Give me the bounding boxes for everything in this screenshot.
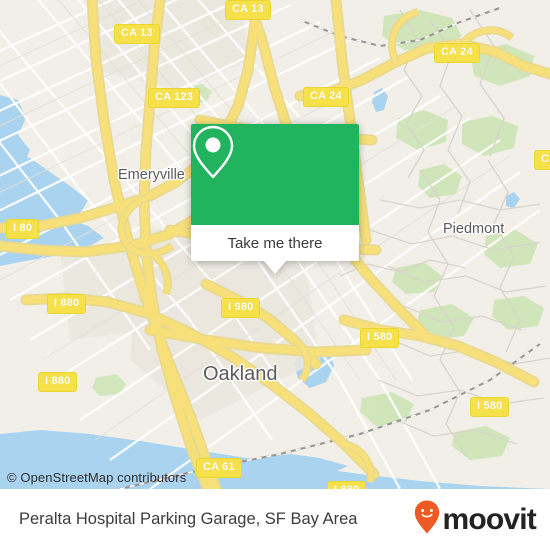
highway-shield-ca123: CA 123	[148, 88, 201, 108]
highway-shield-ca13-west: CA 13	[114, 24, 160, 44]
map-screenshot: Emeryville Piedmont Oakland CA 13 CA 13 …	[0, 0, 550, 550]
highway-shield-i80: I 80	[6, 219, 40, 239]
highway-shield-i880-bottom: I 880	[327, 481, 367, 489]
map-canvas[interactable]: Emeryville Piedmont Oakland CA 13 CA 13 …	[0, 0, 550, 489]
osm-attribution[interactable]: © OpenStreetMap contributors	[7, 470, 186, 485]
moovit-logo[interactable]: moovit	[414, 500, 537, 539]
take-me-there-label: Take me there	[227, 234, 323, 252]
highway-shield-i580-center: I 580	[360, 328, 400, 348]
highway-shield-i880-north: I 880	[47, 294, 87, 314]
highway-shield-i980: I 980	[221, 298, 261, 318]
location-title: Peralta Hospital Parking Garage, SF Bay …	[19, 510, 358, 528]
popup-pointer-tail	[264, 261, 286, 274]
popup-image-placeholder	[191, 124, 359, 225]
footer-bar: Peralta Hospital Parking Garage, SF Bay …	[0, 489, 550, 550]
highway-shield-i580-east: I 580	[470, 397, 510, 417]
highway-shield-ca24-center: CA 24	[303, 87, 349, 107]
highway-shield-ca24-northeast: CA 24	[434, 43, 480, 63]
take-me-there-button[interactable]: Take me there	[191, 225, 359, 274]
highway-shield-ca61: CA 61	[196, 458, 242, 478]
location-popup-card[interactable]: Take me there	[191, 124, 359, 274]
highway-shield-ca-edge: CA	[534, 150, 550, 170]
highway-shield-ca13-north: CA 13	[225, 0, 271, 20]
moovit-wordmark: moovit	[442, 502, 536, 536]
highway-shield-i880-south: I 880	[38, 372, 78, 392]
moovit-pin-smiley-icon	[414, 500, 440, 539]
